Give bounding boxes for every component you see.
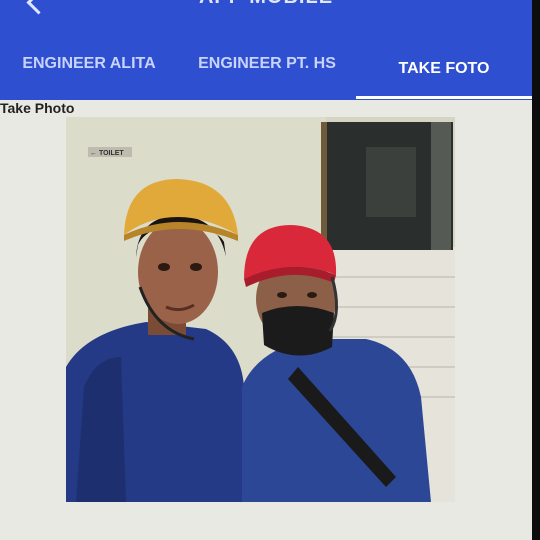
device-edge (532, 0, 540, 540)
tab-engineer-alita[interactable]: ENGINEER ALITA (0, 46, 178, 100)
app-title: APP MOBILE (0, 0, 532, 9)
active-tab-indicator (356, 96, 532, 99)
tab-take-foto[interactable]: TAKE FOTO (356, 46, 532, 100)
tab-engineer-pt-hs[interactable]: ENGINEER PT. HS (178, 46, 356, 100)
tab-bar: ENGINEER ALITA ENGINEER PT. HS TAKE FOTO (0, 46, 532, 100)
app-bar: APP MOBILE ENGINEER ALITA ENGINEER PT. H… (0, 0, 532, 100)
phone-screen: APP MOBILE ENGINEER ALITA ENGINEER PT. H… (0, 0, 532, 540)
section-title: Take Photo (0, 100, 75, 116)
captured-photo[interactable]: ← TOILET (66, 117, 455, 502)
photo-image: ← TOILET (66, 117, 455, 502)
toilet-sign-text: ← TOILET (90, 150, 124, 157)
